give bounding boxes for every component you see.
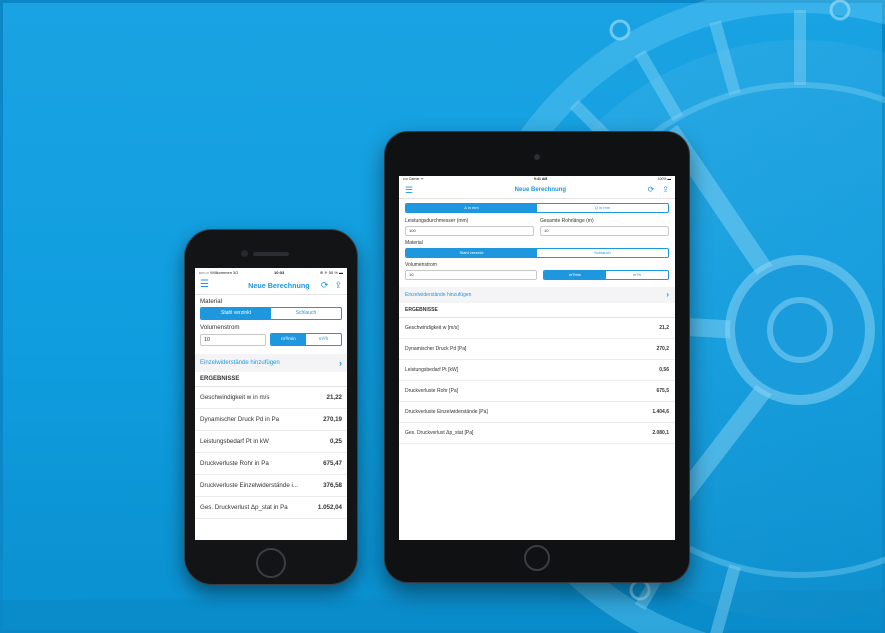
result-label: Druckverluste Rohr [Pa] xyxy=(405,388,459,394)
chevron-right-icon: › xyxy=(339,357,342,368)
tablet-home-button[interactable] xyxy=(524,545,550,571)
result-row: Druckverluste Einzelwiderstände i... 376… xyxy=(195,475,347,497)
volumenstrom-label: Volumenstrom xyxy=(405,262,437,268)
unit-segmented-control: m³/min m³/h xyxy=(270,333,342,346)
result-row: Druckverluste Rohr in Pa 675,47 xyxy=(195,453,347,475)
result-value: 270,19 xyxy=(323,416,342,423)
results-list: Geschwindigkeit w [m/s] 21,2 Dynamischer… xyxy=(399,318,675,444)
battery-label: ⊕ ✳ 55 % ▬ xyxy=(319,269,343,275)
tablet-device: •••• Carrier ᯤ 9:41 AM 100% ▬ ☰ Neue Ber… xyxy=(384,131,690,583)
tablet-nav-bar: ☰ Neue Berechnung ⟳ ⇪ xyxy=(399,182,675,199)
unit-option-m3min[interactable]: m³/min xyxy=(271,334,306,345)
result-row: Dynamischer Druck Pd [Pa] 270,2 xyxy=(399,339,675,360)
result-label: Dynamischer Druck Pd [Pa] xyxy=(405,346,467,352)
material-label: Material xyxy=(200,298,223,305)
unit-segmented-control: m³/min m³/h xyxy=(543,270,669,280)
result-value: 675,5 xyxy=(656,388,669,394)
carrier-label: ••○○○ Willkommen 3G xyxy=(199,269,239,275)
volumenstrom-label: Volumenstrom xyxy=(200,324,240,331)
material-segmented-control: Stahl verzinkt Schlauch xyxy=(200,307,342,320)
phone-home-button[interactable] xyxy=(256,548,286,578)
result-value: 21,22 xyxy=(326,394,342,401)
length-input[interactable]: 10 xyxy=(540,226,669,236)
volumenstrom-input[interactable]: 10 xyxy=(200,333,266,346)
result-label: Dynamischer Druck Pd in Pa xyxy=(200,416,280,423)
result-label: Druckverluste Einzelwiderstände [Pa] xyxy=(405,409,488,415)
result-row: Leistungsbedarf Pt in kW 0,25 xyxy=(195,431,347,453)
material-segmented-control: Stahl verzinkt Schlauch xyxy=(405,248,669,258)
result-label: Ges. Druckverlust Δp_stat in Pa xyxy=(200,504,288,511)
result-value: 675,47 xyxy=(323,460,342,467)
result-label: Leistungsbedarf Pt [kW] xyxy=(405,367,459,373)
unit-option-m3h[interactable]: m³/h xyxy=(606,271,668,279)
results-title: ERGEBNISSE xyxy=(399,303,675,318)
carrier-label: •••• Carrier ᯤ xyxy=(403,176,424,181)
nav-title: Neue Berechnung xyxy=(248,280,310,290)
result-row: Ges. Druckverlust Δp_stat [Pa] 2.080,1 xyxy=(399,423,675,444)
mode-option-q[interactable]: Q in mm xyxy=(537,204,668,212)
result-row: Leistungsbedarf Pt [kW] 0,56 xyxy=(399,360,675,381)
material-option-stahl[interactable]: Stahl verzinkt xyxy=(201,308,271,319)
unit-option-m3h[interactable]: m³/h xyxy=(306,334,341,345)
unit-option-m3min[interactable]: m³/min xyxy=(544,271,606,279)
phone-nav-bar: ☰ Neue Berechnung ⟳ ⇪ xyxy=(195,276,347,295)
menu-icon[interactable]: ☰ xyxy=(405,185,413,195)
time-label: 10:03 xyxy=(274,269,285,275)
result-row: Dynamischer Druck Pd in Pa 270,19 xyxy=(195,409,347,431)
volumenstrom-input[interactable]: 10 xyxy=(405,270,537,280)
result-label: Druckverluste Rohr in Pa xyxy=(200,460,269,467)
tablet-camera xyxy=(534,154,540,160)
nav-title: Neue Berechnung xyxy=(514,187,566,193)
share-icon[interactable]: ⇪ xyxy=(334,280,342,290)
result-label: Druckverluste Einzelwiderstände i... xyxy=(200,482,299,489)
result-value: 1.404,6 xyxy=(652,409,669,415)
add-einzelwiderstaende-row[interactable]: Einzelwiderstände hinzufügen › xyxy=(399,287,675,303)
diameter-input[interactable]: 100 xyxy=(405,226,534,236)
result-label: Ges. Druckverlust Δp_stat [Pa] xyxy=(405,430,474,436)
result-value: 21,2 xyxy=(659,325,669,331)
phone-status-bar: ••○○○ Willkommen 3G 10:03 ⊕ ✳ 55 % ▬ xyxy=(195,268,347,276)
result-value: 270,2 xyxy=(656,346,669,352)
share-icon[interactable]: ⇪ xyxy=(662,186,669,194)
result-label: Geschwindigkeit w in m/s xyxy=(200,394,270,401)
diameter-label: Leistungsdurchmesser (mm) xyxy=(405,218,469,224)
tablet-screen: •••• Carrier ᯤ 9:41 AM 100% ▬ ☰ Neue Ber… xyxy=(399,176,675,540)
phone-device: ••○○○ Willkommen 3G 10:03 ⊕ ✳ 55 % ▬ ☰ N… xyxy=(184,229,358,585)
mode-option-delta[interactable]: Δ in mm xyxy=(406,204,537,212)
material-option-schlauch[interactable]: Schlauch xyxy=(271,308,341,319)
result-value: 376,58 xyxy=(323,482,342,489)
result-row: Geschwindigkeit w [m/s] 21,2 xyxy=(399,318,675,339)
result-label: Geschwindigkeit w [m/s] xyxy=(405,325,459,331)
length-label: Gesamte Rohrlänge (m) xyxy=(540,218,594,224)
chevron-right-icon: › xyxy=(666,290,669,299)
result-value: 0,56 xyxy=(659,367,669,373)
time-label: 9:41 AM xyxy=(534,177,548,181)
phone-screen: ••○○○ Willkommen 3G 10:03 ⊕ ✳ 55 % ▬ ☰ N… xyxy=(195,268,347,540)
results-list: Geschwindigkeit w in m/s 21,22 Dynamisch… xyxy=(195,387,347,519)
material-option-schlauch[interactable]: Schlauch xyxy=(537,249,668,257)
add-einzelwiderstaende-label: Einzelwiderstände hinzufügen xyxy=(405,292,472,298)
result-row: Ges. Druckverlust Δp_stat in Pa 1.052,04 xyxy=(195,497,347,519)
menu-icon[interactable]: ☰ xyxy=(200,280,209,290)
result-row: Druckverluste Rohr [Pa] 675,5 xyxy=(399,381,675,402)
result-value: 0,25 xyxy=(329,438,342,445)
result-value: 2.080,1 xyxy=(652,430,669,436)
mode-segmented-control: Δ in mm Q in mm xyxy=(405,203,669,213)
result-row: Druckverluste Einzelwiderstände [Pa] 1.4… xyxy=(399,402,675,423)
phone-camera xyxy=(241,250,248,257)
add-einzelwiderstaende-row[interactable]: Einzelwiderstände hinzufügen › xyxy=(195,354,347,372)
phone-speaker xyxy=(253,252,289,256)
result-value: 1.052,04 xyxy=(317,504,342,511)
battery-label: 100% ▬ xyxy=(657,177,671,181)
material-option-stahl[interactable]: Stahl verzinkt xyxy=(406,249,537,257)
refresh-icon[interactable]: ⟳ xyxy=(648,186,655,194)
result-label: Leistungsbedarf Pt in kW xyxy=(200,438,269,445)
result-row: Geschwindigkeit w in m/s 21,22 xyxy=(195,387,347,409)
add-einzelwiderstaende-label: Einzelwiderstände hinzufügen xyxy=(200,360,280,366)
refresh-icon[interactable]: ⟳ xyxy=(321,280,329,290)
results-title: ERGEBNISSE xyxy=(195,372,347,387)
material-label: Material xyxy=(405,240,423,246)
